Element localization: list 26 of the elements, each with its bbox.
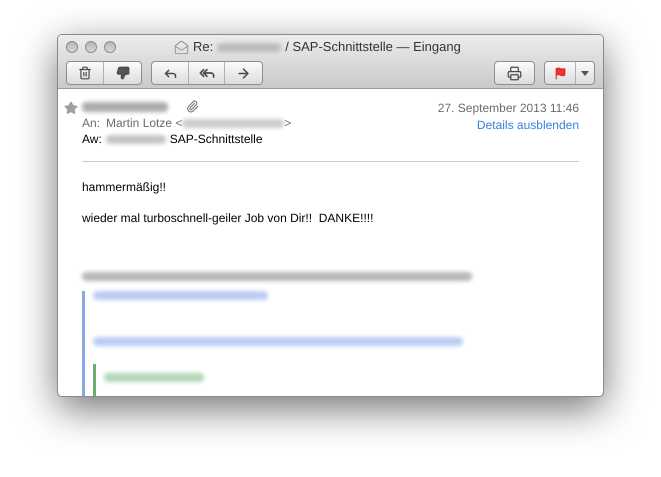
window-title: / SAP-Schnittstelle — Eingang	[285, 38, 461, 56]
window-title: Re:	[193, 38, 214, 56]
subject-text: SAP-Schnittstelle	[170, 131, 263, 148]
flag-icon	[554, 66, 566, 80]
message-date: 27. September 2013 11:46	[438, 100, 579, 114]
paperclip-icon	[186, 100, 199, 113]
trash-icon	[78, 66, 92, 80]
blurred-text	[106, 134, 166, 144]
message-text: hammermäßig!!	[82, 179, 168, 196]
minimize-button[interactable]	[85, 41, 97, 53]
caret-icon	[581, 70, 589, 76]
recipient-bracket: >	[284, 115, 292, 132]
zoom-button[interactable]	[104, 41, 116, 53]
print-button[interactable]	[494, 61, 535, 85]
envelope-icon	[174, 40, 189, 54]
blurred-text	[217, 42, 282, 52]
close-button[interactable]	[66, 41, 78, 53]
hide-details-link[interactable]: Details ausblenden	[476, 116, 579, 134]
message-text: wieder mal turboschnell-geiler Job von Dir!! DANKE!!!!	[82, 210, 374, 227]
thumbs-down-icon	[116, 66, 130, 80]
printer-icon	[507, 66, 522, 80]
subject-label: Aw:	[82, 131, 102, 148]
recipient-label: An:	[82, 115, 100, 132]
star-icon	[64, 101, 78, 115]
recipient-name: Martin Lotze <	[106, 115, 182, 132]
forward-icon	[236, 66, 251, 80]
